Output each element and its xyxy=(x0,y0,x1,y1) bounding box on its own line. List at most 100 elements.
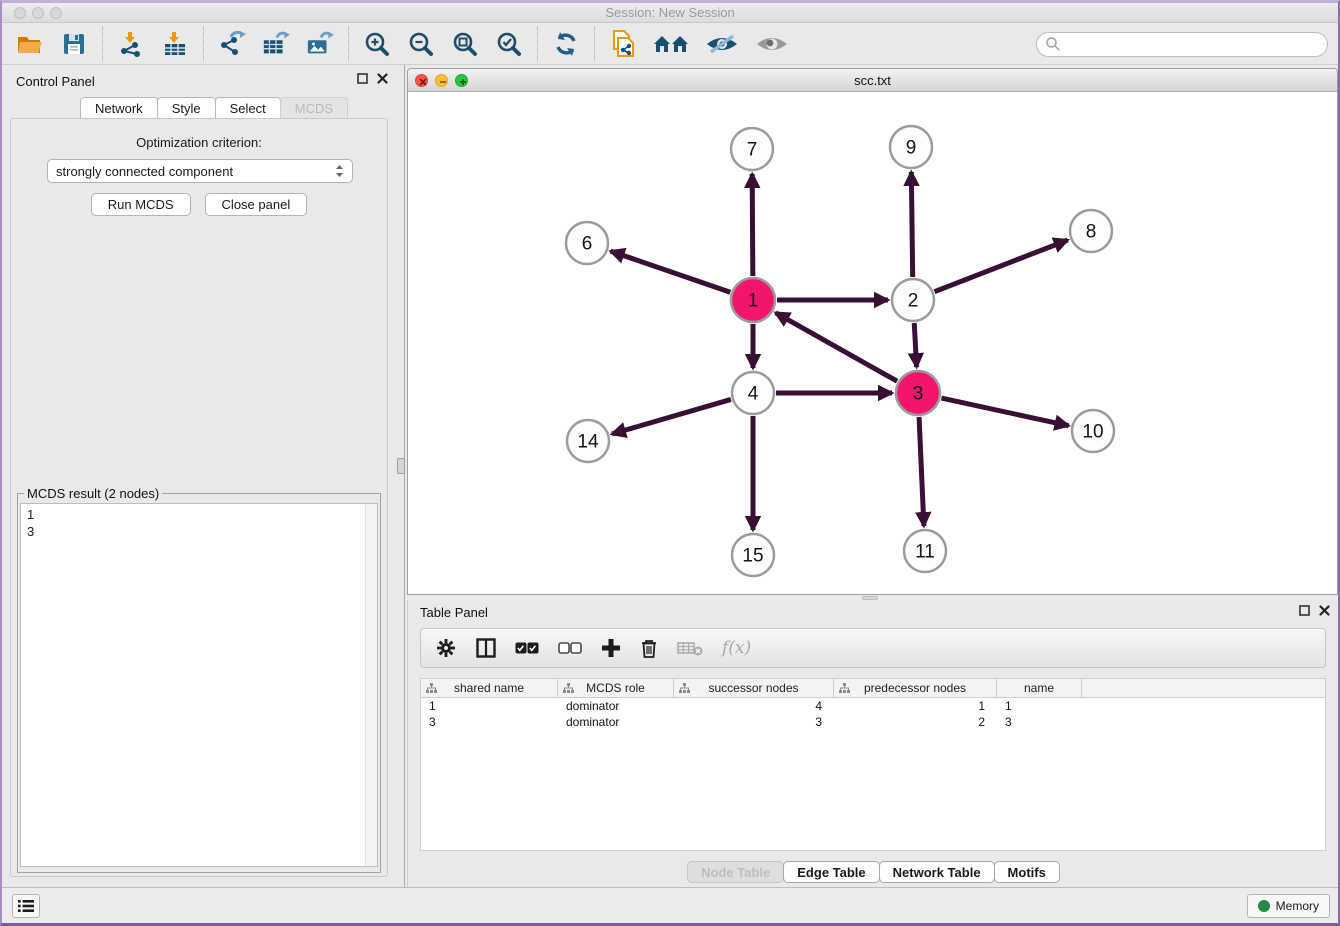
delete-column-button[interactable] xyxy=(677,640,703,656)
result-scrollbar[interactable] xyxy=(365,504,377,866)
graph-edge-3-10[interactable] xyxy=(941,398,1068,426)
graph-node-label: 9 xyxy=(906,138,917,159)
selected-criterion: strongly connected component xyxy=(56,164,233,179)
hide-selected-button[interactable] xyxy=(705,30,739,58)
table-cell[interactable]: 3 xyxy=(997,714,1082,730)
zoom-in-button[interactable] xyxy=(363,30,391,58)
optimization-criterion-select[interactable]: strongly connected component xyxy=(47,159,353,183)
graph-edge-2-3[interactable] xyxy=(914,323,916,367)
graph-node-label: 15 xyxy=(742,546,763,567)
column-header[interactable]: shared name xyxy=(421,679,558,697)
graph-edge-3-11[interactable] xyxy=(919,417,924,526)
memory-status-icon xyxy=(1258,900,1270,912)
close-panel-icon[interactable] xyxy=(377,73,388,84)
column-header[interactable]: successor nodes xyxy=(674,679,834,697)
mcds-result-title: MCDS result (2 nodes) xyxy=(24,486,162,501)
table-cell[interactable]: dominator xyxy=(558,714,674,730)
zoom-selected-icon xyxy=(496,31,522,57)
tab-select[interactable]: Select xyxy=(215,97,281,119)
zoom-selected-button[interactable] xyxy=(495,30,523,58)
memory-button[interactable]: Memory xyxy=(1247,894,1330,918)
float-panel-icon[interactable] xyxy=(1299,605,1310,616)
import-network-icon xyxy=(118,31,144,57)
column-header[interactable]: predecessor nodes xyxy=(834,679,997,697)
home-layout-button[interactable] xyxy=(653,30,689,58)
table-panel-title: Table Panel xyxy=(420,605,488,620)
add-row-button[interactable] xyxy=(601,638,621,658)
table-cell[interactable]: 1 xyxy=(997,698,1082,714)
graph-edge-2-9[interactable] xyxy=(911,172,912,277)
column-chooser-button[interactable] xyxy=(476,638,496,658)
tab-motifs[interactable]: Motifs xyxy=(994,861,1060,883)
show-all-button[interactable] xyxy=(755,30,789,58)
application-window: Session: New Session xyxy=(0,0,1340,926)
table-cell[interactable]: 3 xyxy=(421,714,558,730)
tab-style[interactable]: Style xyxy=(157,97,216,119)
network-window-titlebar[interactable]: scc.txt xyxy=(408,69,1337,92)
table-cell[interactable]: dominator xyxy=(558,698,674,714)
column-header[interactable]: MCDS role xyxy=(558,679,674,697)
function-builder-button[interactable]: f(x) xyxy=(722,638,751,658)
first-neighbors-icon xyxy=(610,30,636,58)
columns-icon xyxy=(476,638,496,658)
mcds-result-lines: 13 xyxy=(27,506,371,540)
node-table: shared nameMCDS rolesuccessor nodesprede… xyxy=(420,678,1326,851)
table-row[interactable]: 3dominator323 xyxy=(421,714,1325,730)
zoom-fit-button[interactable] xyxy=(451,30,479,58)
graph-node-label: 6 xyxy=(582,234,593,255)
export-image-icon xyxy=(306,31,334,57)
search-input[interactable] xyxy=(1036,32,1328,57)
select-all-button[interactable] xyxy=(515,642,539,655)
task-history-button[interactable] xyxy=(12,894,40,918)
gear-icon xyxy=(435,637,457,659)
graph-edge-2-8[interactable] xyxy=(934,240,1067,292)
graph-edge-3-1[interactable] xyxy=(776,313,897,381)
table-cell[interactable]: 3 xyxy=(674,714,834,730)
import-network-button[interactable] xyxy=(117,30,145,58)
refresh-view-button[interactable] xyxy=(552,30,580,58)
table-row[interactable]: 1dominator411 xyxy=(421,698,1325,714)
table-cell[interactable]: 1 xyxy=(834,698,997,714)
graph-node-label: 14 xyxy=(577,432,599,453)
refresh-icon xyxy=(553,31,579,57)
save-session-button[interactable] xyxy=(60,30,88,58)
delete-column-icon xyxy=(677,640,703,656)
zoom-out-icon xyxy=(408,31,434,57)
unselect-all-button[interactable] xyxy=(558,642,582,655)
export-table-button[interactable] xyxy=(262,30,290,58)
tab-network[interactable]: Network xyxy=(80,97,158,119)
table-toolbar: f(x) xyxy=(420,628,1326,668)
first-neighbors-button[interactable] xyxy=(609,30,637,58)
close-panel-icon[interactable] xyxy=(1319,605,1330,616)
close-panel-button[interactable]: Close panel xyxy=(205,193,308,216)
tab-edge-table[interactable]: Edge Table xyxy=(783,861,879,883)
tab-mcds[interactable]: MCDS xyxy=(280,97,348,119)
export-network-button[interactable] xyxy=(218,30,246,58)
run-mcds-button[interactable]: Run MCDS xyxy=(91,193,191,216)
table-cell[interactable]: 2 xyxy=(834,714,997,730)
export-image-button[interactable] xyxy=(306,30,334,58)
graph-node-label: 4 xyxy=(748,384,759,405)
zoom-out-button[interactable] xyxy=(407,30,435,58)
open-session-button[interactable] xyxy=(16,30,44,58)
graph-edge-4-14[interactable] xyxy=(612,399,731,434)
vertical-splitter[interactable] xyxy=(396,65,407,887)
table-cell[interactable]: 1 xyxy=(421,698,558,714)
float-panel-icon[interactable] xyxy=(357,73,368,84)
splitter-grip[interactable] xyxy=(397,458,405,474)
column-header[interactable]: name xyxy=(997,679,1082,697)
graph-edge-1-6[interactable] xyxy=(611,251,731,292)
tab-network-table[interactable]: Network Table xyxy=(879,861,995,883)
graph-node-label: 1 xyxy=(748,291,759,312)
import-table-button[interactable] xyxy=(161,30,189,58)
delete-row-button[interactable] xyxy=(640,638,658,658)
graph-edge-1-7[interactable] xyxy=(752,174,753,276)
network-canvas[interactable]: 7968124314101511 xyxy=(409,92,1336,594)
graph-node-label: 2 xyxy=(908,291,919,312)
mcds-result-text[interactable]: 13 xyxy=(20,503,378,867)
graph-node-label: 11 xyxy=(915,542,935,563)
tab-node-table[interactable]: Node Table xyxy=(687,861,784,883)
eye-icon xyxy=(755,32,789,56)
table-cell[interactable]: 4 xyxy=(674,698,834,714)
table-settings-button[interactable] xyxy=(435,637,457,659)
